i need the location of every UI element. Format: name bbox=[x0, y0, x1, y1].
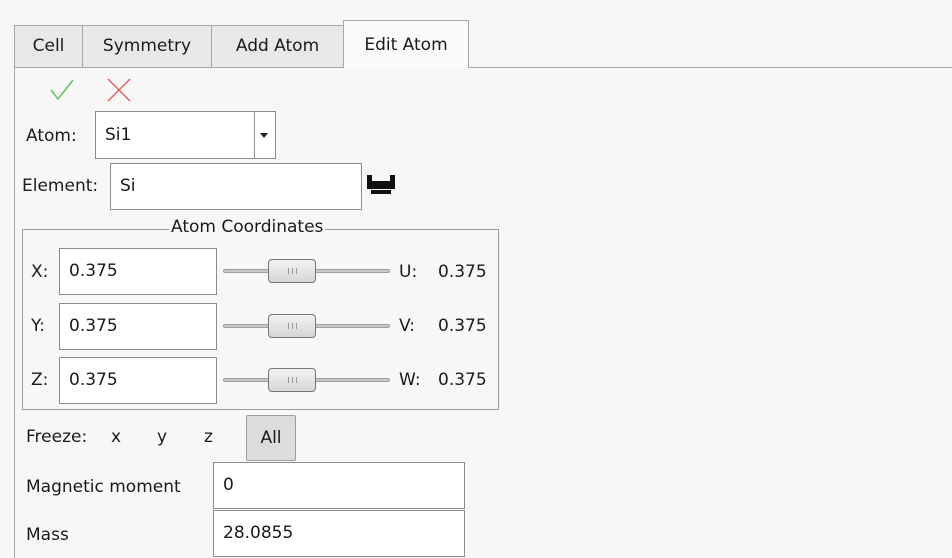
z-label: Z: bbox=[31, 370, 49, 390]
slider-handle[interactable] bbox=[268, 314, 316, 338]
y-coordinate-field[interactable]: 0.375 bbox=[59, 303, 217, 350]
atom-coordinates-title: Atom Coordinates bbox=[169, 217, 326, 237]
x-coordinate-field[interactable]: 0.375 bbox=[59, 248, 217, 295]
cancel-button[interactable] bbox=[105, 76, 133, 104]
tab-add-atom[interactable]: Add Atom bbox=[211, 25, 344, 67]
u-label: U: bbox=[399, 262, 418, 282]
element-label: Element: bbox=[22, 176, 99, 196]
atom-label: Atom: bbox=[26, 126, 77, 146]
x-label: X: bbox=[31, 262, 49, 282]
y-slider[interactable] bbox=[223, 314, 390, 338]
magnetic-moment-label: Magnetic moment bbox=[26, 477, 181, 497]
atom-select[interactable]: Si1 bbox=[95, 111, 255, 159]
z-slider[interactable] bbox=[223, 368, 390, 392]
x-slider[interactable] bbox=[223, 259, 390, 283]
u-value: 0.375 bbox=[438, 262, 487, 282]
w-label: W: bbox=[399, 370, 421, 390]
tab-symmetry[interactable]: Symmetry bbox=[82, 25, 212, 67]
element-field[interactable]: Si bbox=[110, 163, 362, 210]
grip-icon bbox=[288, 323, 289, 329]
slider-handle[interactable] bbox=[268, 368, 316, 392]
cross-icon bbox=[107, 78, 131, 102]
periodic-table-icon[interactable] bbox=[367, 175, 395, 195]
w-value: 0.375 bbox=[438, 370, 487, 390]
freeze-z[interactable]: z bbox=[204, 429, 213, 446]
freeze-y[interactable]: y bbox=[157, 429, 167, 446]
tab-bar-divider bbox=[14, 67, 952, 68]
freeze-all-button[interactable]: All bbox=[246, 415, 296, 461]
slider-handle[interactable] bbox=[268, 259, 316, 283]
apply-button[interactable] bbox=[48, 76, 76, 104]
mass-field[interactable]: 28.0855 bbox=[213, 510, 465, 557]
tab-edit-atom[interactable]: Edit Atom bbox=[343, 20, 469, 68]
tab-cell[interactable]: Cell bbox=[14, 25, 83, 67]
z-coordinate-field[interactable]: 0.375 bbox=[59, 357, 217, 404]
magnetic-moment-field[interactable]: 0 bbox=[213, 462, 465, 509]
grip-icon bbox=[288, 268, 289, 274]
y-label: Y: bbox=[31, 316, 45, 336]
mass-label: Mass bbox=[26, 525, 69, 545]
grip-icon bbox=[288, 377, 289, 383]
chevron-down-icon[interactable] bbox=[255, 111, 276, 159]
v-label: V: bbox=[399, 316, 415, 336]
v-value: 0.375 bbox=[438, 316, 487, 336]
freeze-x[interactable]: x bbox=[111, 429, 121, 446]
panel-border bbox=[14, 67, 15, 558]
freeze-label: Freeze: bbox=[26, 427, 88, 447]
checkmark-icon bbox=[50, 79, 74, 101]
